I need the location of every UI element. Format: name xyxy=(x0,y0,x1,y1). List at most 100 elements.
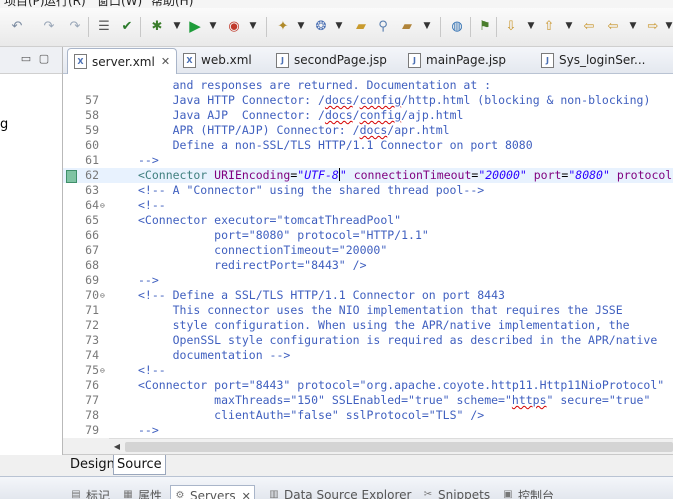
chevron-down-icon[interactable]: ▼ xyxy=(292,17,310,35)
back-icon[interactable]: ⇦ xyxy=(580,17,598,35)
tab-source[interactable]: Source xyxy=(113,455,166,475)
tab-server-xml[interactable]: X server.xml ✕ xyxy=(67,48,177,75)
code-line[interactable]: and responses are returned. Documentatio… xyxy=(63,78,673,93)
chevron-down-icon[interactable]: ▼ xyxy=(244,17,262,35)
xml-file-icon: X xyxy=(183,53,196,68)
tab-data-source-explorer[interactable]: ▥ Data Source Explorer xyxy=(268,487,411,499)
bottom-view-tabs: ▤ 标记 ▦ 属性 ⚙ Servers ✕ ▥ Data Source Expl… xyxy=(0,476,673,499)
code-line[interactable]: 65<Connector executor="tomcatThreadPool" xyxy=(63,213,673,228)
code-line[interactable]: 66 port="8080" protocol="HTTP/1.1" xyxy=(63,228,673,243)
fold-toggle-icon[interactable]: ⊖ xyxy=(100,288,108,303)
globe-icon[interactable]: ◍ xyxy=(448,17,466,35)
chevron-down-icon[interactable]: ▼ xyxy=(624,17,642,35)
code-token: APR (HTTP/AJP) Connector: / xyxy=(173,123,360,137)
tab-design[interactable]: Design xyxy=(67,455,118,474)
xml-source-editor[interactable]: and responses are returned. Documentatio… xyxy=(63,74,673,438)
code-line[interactable]: 57 Java HTTP Connector: /docs/config/htt… xyxy=(63,93,673,108)
code-line[interactable]: 77 maxThreads="150" SSLEnabled="true" sc… xyxy=(63,393,673,408)
code-token: /ajp.html xyxy=(401,108,463,122)
external-tools-icon[interactable]: ◉ xyxy=(225,17,243,35)
minimize-icon[interactable]: ▭ xyxy=(20,53,32,65)
code-line[interactable]: 68 redirectPort="8443" /> xyxy=(63,258,673,273)
tab-label: 属性 xyxy=(138,487,162,499)
chevron-down-icon[interactable]: ▼ xyxy=(522,17,540,35)
code-token: <!-- Define a SSL/TLS HTTP/1.1 Connector… xyxy=(138,288,505,302)
close-icon[interactable]: ✕ xyxy=(161,55,170,68)
redo-icon[interactable]: ↷ xyxy=(66,17,84,35)
code-line[interactable]: 61--> xyxy=(63,153,673,168)
maximize-icon[interactable]: ▢ xyxy=(38,53,50,65)
tab-properties[interactable]: ▦ 属性 xyxy=(122,487,162,499)
tab-sys-loginservlet[interactable]: J Sys_loginSer... xyxy=(541,47,645,73)
code-line[interactable]: 58 Java AJP Connector: /docs/config/ajp.… xyxy=(63,108,673,123)
tab-mainpage-jsp[interactable]: J mainPage.jsp xyxy=(408,47,506,73)
code-line[interactable]: 69--> xyxy=(63,273,673,288)
debug-icon[interactable]: ✱ xyxy=(148,17,166,35)
code-line[interactable]: 74 documentation --> xyxy=(63,348,673,363)
chevron-down-icon[interactable]: ▼ xyxy=(204,17,222,35)
next-annotation-icon[interactable]: ⇩ xyxy=(502,17,520,35)
code-line[interactable]: 73 OpenSSL style configuration is requir… xyxy=(63,333,673,348)
code-line[interactable]: 70⊖<!-- Define a SSL/TLS HTTP/1.1 Connec… xyxy=(63,288,673,303)
chevron-down-icon[interactable]: ▼ xyxy=(168,17,186,35)
chevron-down-icon[interactable]: ▼ xyxy=(560,17,578,35)
scrollbar-thumb[interactable] xyxy=(125,442,673,452)
code-line[interactable]: 60 Define a non-SSL/TLS HTTP/1.1 Connect… xyxy=(63,138,673,153)
code-line[interactable]: 62<Connector URIEncoding="UTF-8" connect… xyxy=(63,168,673,183)
redo-icon[interactable]: ↷ xyxy=(40,17,58,35)
open-folder-icon[interactable]: ▰ xyxy=(352,17,370,35)
code-line[interactable]: 59 APR (HTTP/AJP) Connector: /docs/apr.h… xyxy=(63,123,673,138)
tab-label: Data Source Explorer xyxy=(284,488,411,499)
search-icon[interactable]: ⚲ xyxy=(374,17,392,35)
chevron-down-icon[interactable]: ▼ xyxy=(330,17,348,35)
indent xyxy=(138,393,214,407)
tab-label: Sys_loginSer... xyxy=(559,53,645,67)
run-icon[interactable]: ▶ xyxy=(186,17,204,35)
scroll-left-icon[interactable]: ◀ xyxy=(111,441,123,453)
pin-icon[interactable]: ⚑ xyxy=(476,17,494,35)
open-folder-icon[interactable]: ▰ xyxy=(398,17,416,35)
tab-web-xml[interactable]: X web.xml xyxy=(183,47,252,73)
code-token: / xyxy=(353,108,360,122)
chevron-down-icon[interactable]: ▼ xyxy=(660,17,673,35)
tab-servers[interactable]: ⚙ Servers ✕ xyxy=(170,485,255,499)
tab-label: mainPage.jsp xyxy=(426,53,506,67)
back-icon[interactable]: ⇦ xyxy=(604,17,622,35)
code-line[interactable]: 64⊖<!-- xyxy=(63,198,673,213)
indent xyxy=(138,243,214,257)
code-text: clientAuth="false" sslProtocol="TLS" /> xyxy=(138,408,484,423)
menu-item-help[interactable]: 帮助(H) xyxy=(151,0,193,8)
tree-item-label[interactable]: g xyxy=(0,117,8,132)
code-line[interactable]: 63<!-- A "Connector" using the shared th… xyxy=(63,183,673,198)
horizontal-scrollbar[interactable]: ◀ xyxy=(109,438,673,455)
chevron-down-icon[interactable]: ▼ xyxy=(418,17,436,35)
menu-item-project[interactable]: 项目(P) xyxy=(4,0,45,8)
code-line[interactable]: 76<Connector port="8443" protocol="org.a… xyxy=(63,378,673,393)
code-line[interactable]: 67 connectionTimeout="20000" xyxy=(63,243,673,258)
code-line[interactable]: 72 style configuration. When using the A… xyxy=(63,318,673,333)
code-token: config xyxy=(360,93,402,107)
new-wizard-icon[interactable]: ❂ xyxy=(312,17,330,35)
indent xyxy=(138,333,173,347)
menu-item-window[interactable]: 窗口(W) xyxy=(97,0,142,8)
code-line[interactable]: 79--> xyxy=(63,423,673,438)
menu-item-run[interactable]: 运行(R) xyxy=(44,0,86,8)
open-type-icon[interactable]: ☰ xyxy=(95,17,113,35)
tab-markers[interactable]: ▤ 标记 xyxy=(70,487,110,499)
tab-console[interactable]: ▣ 控制台 xyxy=(502,487,554,499)
code-text: <Connector executor="tomcatThreadPool" xyxy=(138,213,401,228)
code-line[interactable]: 75⊖<!-- xyxy=(63,363,673,378)
fold-toggle-icon[interactable]: ⊖ xyxy=(100,198,108,213)
fold-toggle-icon[interactable]: ⊖ xyxy=(100,363,108,378)
tab-secondpage-jsp[interactable]: J secondPage.jsp xyxy=(276,47,387,73)
code-token: Java HTTP Connector: / xyxy=(173,93,325,107)
undo-icon[interactable]: ↶ xyxy=(8,17,26,35)
tab-label: Snippets xyxy=(438,488,490,499)
code-line[interactable]: 71 This connector uses the NIO implement… xyxy=(63,303,673,318)
code-line[interactable]: 78 clientAuth="false" sslProtocol="TLS" … xyxy=(63,408,673,423)
spell-check-icon[interactable]: ✔ xyxy=(118,17,136,35)
tab-snippets[interactable]: ✂ Snippets xyxy=(422,487,490,499)
code-token: This connector uses the NIO implementati… xyxy=(173,303,623,317)
prev-annotation-icon[interactable]: ⇧ xyxy=(540,17,558,35)
new-server-icon[interactable]: ✦ xyxy=(274,17,292,35)
